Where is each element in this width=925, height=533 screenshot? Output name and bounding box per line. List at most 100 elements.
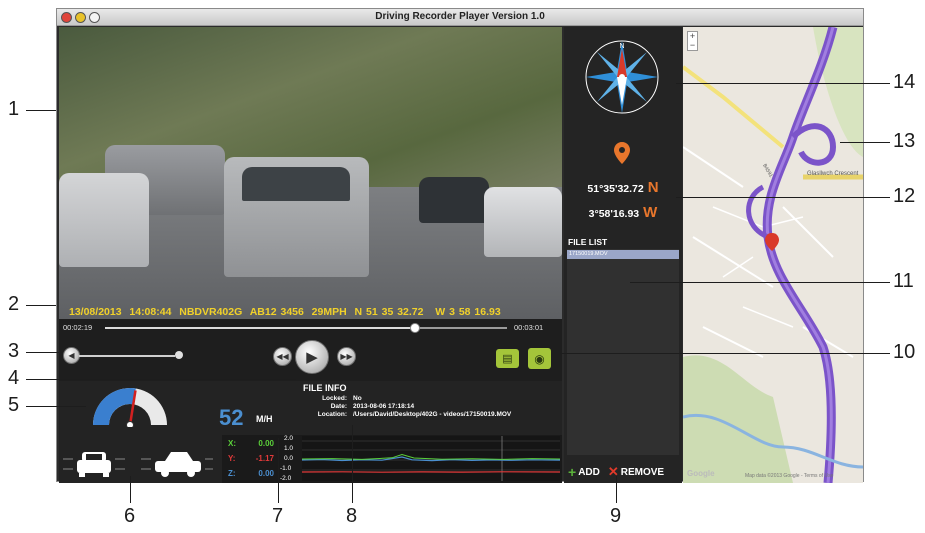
zoom-out-button[interactable]: − [688, 41, 697, 50]
speed-value: 52 [219, 405, 244, 430]
figure: Driving Recorder Player Version 1.0 13/0… [0, 0, 925, 533]
callout-number: 13 [893, 130, 916, 152]
callout-number: 2 [8, 293, 20, 315]
callout-number: 3 [8, 340, 20, 362]
g-z-label: Z: [228, 469, 236, 478]
file-info-value: /Users/David/Desktop/402G - videos/17150… [353, 411, 512, 418]
callout-number: 6 [124, 505, 136, 527]
duration-time: 00:03:01 [514, 323, 544, 332]
file-info-row: Locked: No [303, 395, 563, 403]
callout-leader [26, 379, 296, 380]
callout-leader [26, 305, 56, 306]
svg-text:N: N [619, 43, 624, 50]
gauge-fill [93, 388, 136, 425]
plus-icon: + [568, 464, 577, 480]
play-button[interactable]: ▶ [295, 340, 329, 374]
previous-button[interactable]: ◀◀ [273, 347, 292, 366]
callout-leader [560, 353, 890, 354]
g-y-value: -1.17 [255, 454, 274, 463]
compass-icon: N [585, 40, 659, 114]
dashboard: 52 M/H FILE INFO Locked: No Date: 2013-0… [59, 381, 562, 483]
callout-leader [26, 406, 86, 407]
latitude-direction: N [647, 179, 659, 196]
volume-slider-handle[interactable] [175, 351, 183, 359]
map-road-label: B4591 [761, 163, 774, 179]
callout-number: 4 [8, 367, 20, 389]
add-file-label: ADD [578, 466, 600, 478]
window-title: Driving Recorder Player Version 1.0 [375, 11, 545, 22]
file-info-value: 2013-08-06 17:18:14 [353, 403, 415, 410]
location-pin-icon [614, 142, 630, 164]
video-scene-car-left [59, 173, 149, 267]
x-icon: ✕ [607, 464, 619, 479]
file-info-title: FILE INFO [303, 383, 347, 393]
speed-unit: M/H [256, 414, 273, 424]
callout-number: 8 [346, 505, 358, 527]
callout-number: 9 [610, 505, 622, 527]
file-info-panel: FILE INFO Locked: No Date: 2013-08-06 17… [303, 383, 563, 419]
speed-gauge [93, 388, 167, 427]
title-bar: Driving Recorder Player Version 1.0 [57, 9, 863, 26]
g-tick-label: -2.0 [280, 475, 292, 482]
callout-number: 7 [272, 505, 284, 527]
map-canvas: Glasllwch Crescent B4591 [683, 27, 863, 483]
volume-slider[interactable] [79, 355, 175, 357]
video-view[interactable]: 13/08/2013 14:08:44 NBDVR402G AB12 3456 … [59, 27, 562, 319]
callout-leader [278, 438, 279, 503]
add-file-button[interactable]: + ADD [568, 464, 600, 480]
file-info-key: Locked: [322, 395, 347, 402]
g-y-label: Y: [228, 454, 236, 463]
video-scene-car-ahead [224, 157, 369, 277]
callout-number: 12 [893, 185, 916, 207]
g-sensor-graph[interactable] [302, 436, 560, 481]
file-info-row: Location: /Users/David/Desktop/402G - vi… [303, 411, 563, 419]
file-info-value: No [353, 395, 362, 402]
latitude-readout: 51°35'32.72 N [564, 179, 682, 196]
longitude-readout: 3°58'16.93 W [564, 204, 682, 221]
seek-bar-fill [105, 327, 415, 329]
seek-bar-handle[interactable] [409, 323, 420, 333]
g-tick-label: 0.0 [284, 455, 294, 462]
callout-number: 14 [893, 71, 916, 93]
snapshot-camera-icon[interactable]: ◉ [528, 348, 551, 369]
open-folder-icon[interactable]: ▤ [496, 349, 519, 368]
g-tick-label: -1.0 [280, 465, 292, 472]
car-side-icon [155, 452, 201, 477]
g-x-label: X: [228, 439, 236, 448]
file-info-row: Date: 2013-08-06 17:18:14 [303, 403, 563, 411]
callout-number: 10 [893, 341, 916, 363]
map-street-label: Glasllwch Crescent [807, 171, 859, 177]
map-credit[interactable]: Map data ©2013 Google - Terms of Use [745, 473, 833, 479]
file-info-key: Location: [317, 411, 347, 418]
g-z-value: 0.00 [258, 469, 274, 478]
seek-bar[interactable] [105, 323, 507, 333]
callout-leader [26, 110, 56, 111]
callout-leader [26, 352, 63, 353]
g-sensor-x-trace [302, 453, 560, 460]
car-tilt-indicator [63, 452, 213, 477]
volume-icon[interactable]: ◀ [63, 347, 80, 364]
file-list[interactable]: 17150019.MOV [567, 249, 679, 455]
callout-leader [840, 142, 890, 143]
callout-leader [630, 282, 890, 283]
callout-leader [130, 476, 131, 503]
map-view[interactable]: Glasllwch Crescent B4591 + − Google Map … [683, 27, 863, 483]
map-logo: Google [687, 469, 715, 478]
file-list-title: FILE LIST [568, 237, 608, 247]
remove-file-label: REMOVE [620, 466, 665, 478]
file-info-key: Date: [330, 403, 347, 410]
map-zoom-control[interactable]: + − [687, 31, 698, 51]
player-controls: 00:02:19 00:03:01 ◀ ◀◀ ▶ ▶▶ ▤ ◉ [59, 319, 562, 381]
callout-number: 5 [8, 394, 20, 416]
next-button[interactable]: ▶▶ [337, 347, 356, 366]
callout-leader [352, 425, 353, 503]
video-data-overlay: 13/08/2013 14:08:44 NBDVR402G AB12 3456 … [69, 306, 501, 318]
callout-number: 1 [8, 98, 20, 120]
gauge-hub [126, 421, 134, 427]
longitude-direction: W [643, 204, 658, 221]
file-list-actions: + ADD ✕ REMOVE [564, 463, 682, 481]
longitude-value: 3°58'16.93 [588, 208, 640, 220]
file-list-item[interactable]: 17150019.MOV [567, 250, 679, 259]
latitude-value: 51°35'32.72 [587, 183, 644, 195]
g-tick-label: 2.0 [284, 435, 294, 442]
